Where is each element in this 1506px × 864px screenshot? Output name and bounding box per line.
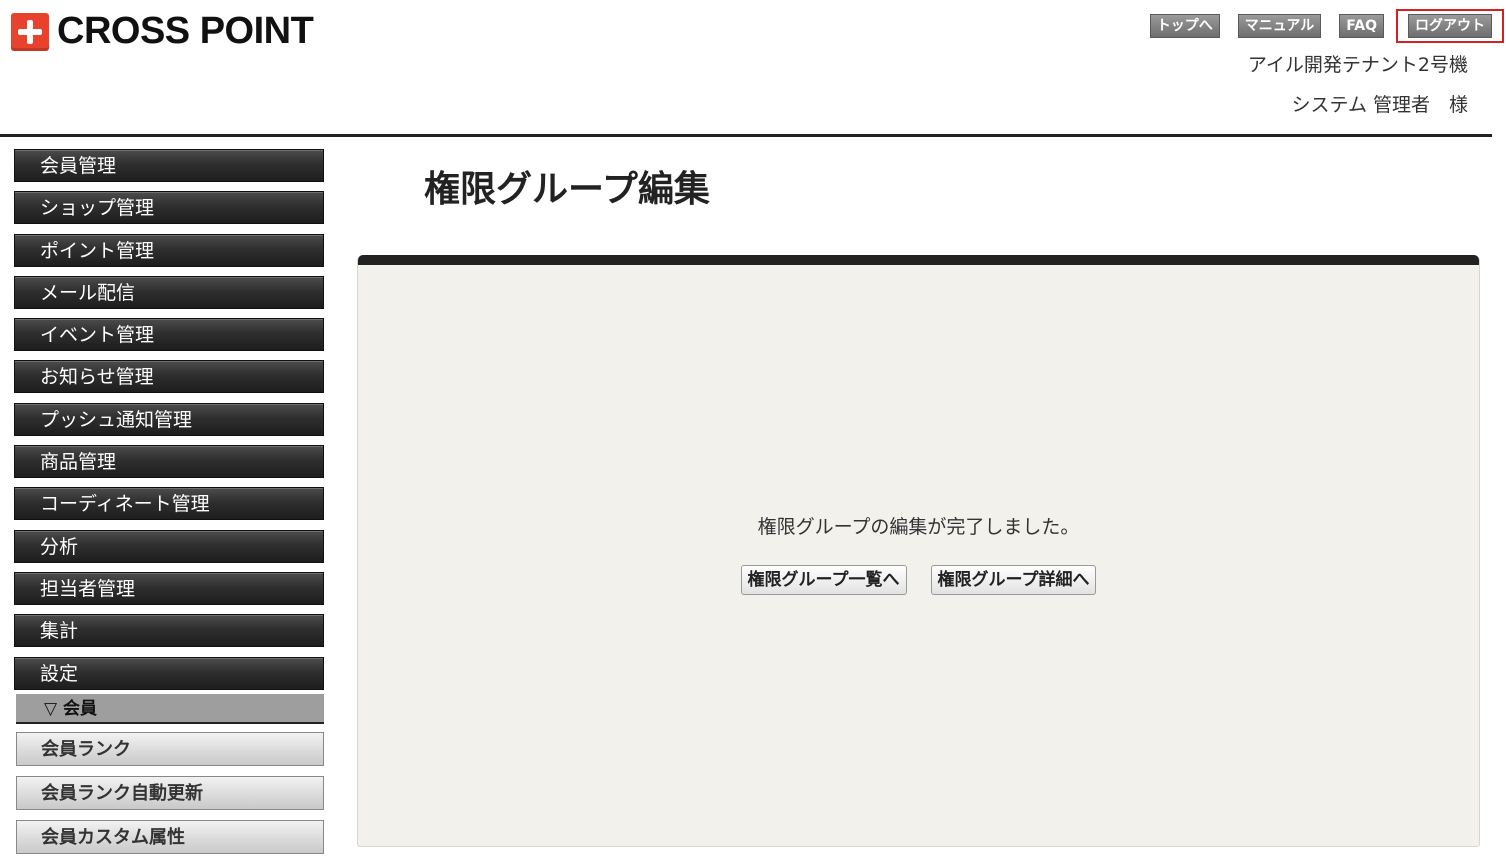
logo[interactable]: CROSS POINT [11,10,314,53]
faq-link-button[interactable]: FAQ [1339,14,1384,38]
page-title: 権限グループ編集 [424,169,710,210]
sidebar-item-push-management[interactable]: プッシュ通知管理 [14,402,324,436]
sidebar-item-settings[interactable]: 設定 [14,656,324,690]
action-buttons: 権限グループ一覧へ 権限グループ詳細へ [358,565,1479,595]
sidebar-item-shop-management[interactable]: ショップ管理 [14,191,324,225]
submenu-item-custom-attribute[interactable]: 会員カスタム属性 [16,819,324,854]
completion-message: 権限グループの編集が完了しました。 [757,516,1080,538]
group-list-button[interactable]: 権限グループ一覧へ [740,565,907,595]
top-links: トップへ マニュアル FAQ ログアウト [1132,9,1506,43]
cross-logo-icon [11,12,49,51]
sidebar-item-staff-management[interactable]: 担当者管理 [14,571,324,605]
logout-highlight: ログアウト [1396,9,1504,43]
sidebar-item-point-management[interactable]: ポイント管理 [14,233,324,267]
panel-header-bar [358,255,1479,265]
logout-button[interactable]: ログアウト [1408,14,1492,38]
sidebar-item-aggregation[interactable]: 集計 [14,614,324,648]
manual-link-button[interactable]: マニュアル [1237,14,1322,38]
sidebar: 会員管理 ショップ管理 ポイント管理 メール配信 イベント管理 お知らせ管理 プ… [14,149,324,864]
submenu-member-header[interactable]: ▽ 会員 [16,693,324,724]
sidebar-item-analysis[interactable]: 分析 [14,529,324,563]
sidebar-item-product-management[interactable]: 商品管理 [14,445,324,479]
submenu-item-member-rank[interactable]: 会員ランク [16,731,324,766]
user-name: システム 管理者 様 [1291,94,1468,116]
sidebar-item-coordinate-management[interactable]: コーディネート管理 [14,487,324,521]
header-divider [0,134,1492,137]
group-detail-button[interactable]: 権限グループ詳細へ [930,565,1097,595]
sidebar-item-mail[interactable]: メール配信 [14,275,324,309]
submenu-item-rank-auto-update[interactable]: 会員ランク自動更新 [16,775,324,810]
content-panel: 権限グループの編集が完了しました。 権限グループ一覧へ 権限グループ詳細へ [357,255,1480,847]
logo-text: CROSS POINT [57,10,314,52]
tenant-name: アイル開発テナント2号機 [1247,54,1468,76]
top-link-button[interactable]: トップへ [1149,14,1220,38]
sidebar-item-event-management[interactable]: イベント管理 [14,318,324,352]
sidebar-item-news-management[interactable]: お知らせ管理 [14,360,324,394]
sidebar-item-member-management[interactable]: 会員管理 [14,149,324,182]
